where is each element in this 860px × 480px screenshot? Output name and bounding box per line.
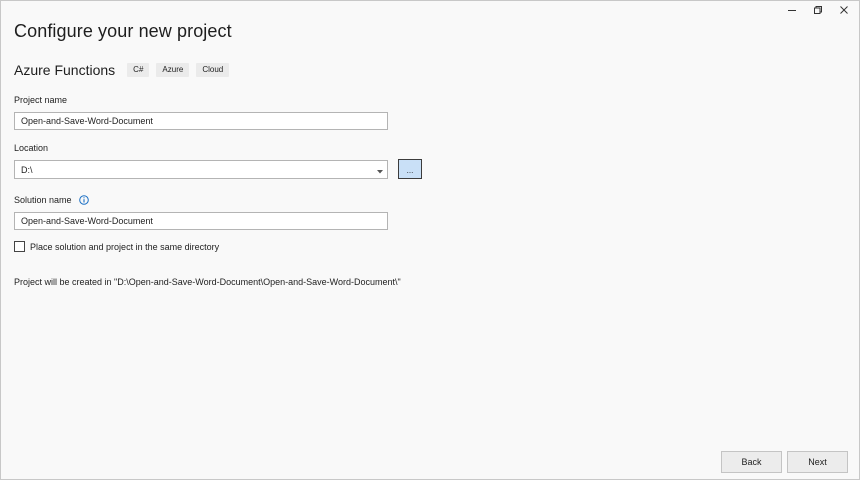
- location-select[interactable]: D:\: [14, 160, 388, 179]
- restore-icon[interactable]: [807, 3, 829, 17]
- same-directory-checkbox[interactable]: [14, 241, 25, 252]
- solution-name-label-row: Solution name: [14, 194, 89, 206]
- template-name: Azure Functions: [14, 62, 116, 78]
- project-path-note: Project will be created in "D:\Open-and-…: [14, 277, 401, 287]
- location-label: Location: [14, 143, 49, 153]
- solution-name-label: Solution name: [14, 195, 72, 205]
- solution-name-input[interactable]: [14, 212, 388, 230]
- project-name-label: Project name: [14, 95, 68, 105]
- tag-csharp: C#: [127, 63, 150, 77]
- tag-cloud: Cloud: [196, 63, 230, 77]
- same-directory-row: Place solution and project in the same d…: [14, 241, 219, 252]
- location-value: D:\: [21, 164, 33, 175]
- next-button[interactable]: Next: [787, 451, 848, 473]
- browse-button[interactable]: ...: [398, 159, 422, 179]
- window-controls: [781, 3, 855, 17]
- back-button[interactable]: Back: [721, 451, 782, 473]
- project-name-input[interactable]: [14, 112, 388, 130]
- minimize-icon[interactable]: [781, 3, 803, 17]
- configure-project-window: Configure your new project Azure Functio…: [0, 0, 860, 480]
- info-icon[interactable]: [79, 194, 89, 205]
- template-row: Azure Functions C# Azure Cloud: [14, 62, 236, 78]
- page-title: Configure your new project: [14, 21, 232, 41]
- tag-azure: Azure: [156, 63, 190, 77]
- close-icon[interactable]: [833, 3, 855, 17]
- chevron-down-icon: [377, 161, 383, 179]
- same-directory-label: Place solution and project in the same d…: [30, 241, 220, 252]
